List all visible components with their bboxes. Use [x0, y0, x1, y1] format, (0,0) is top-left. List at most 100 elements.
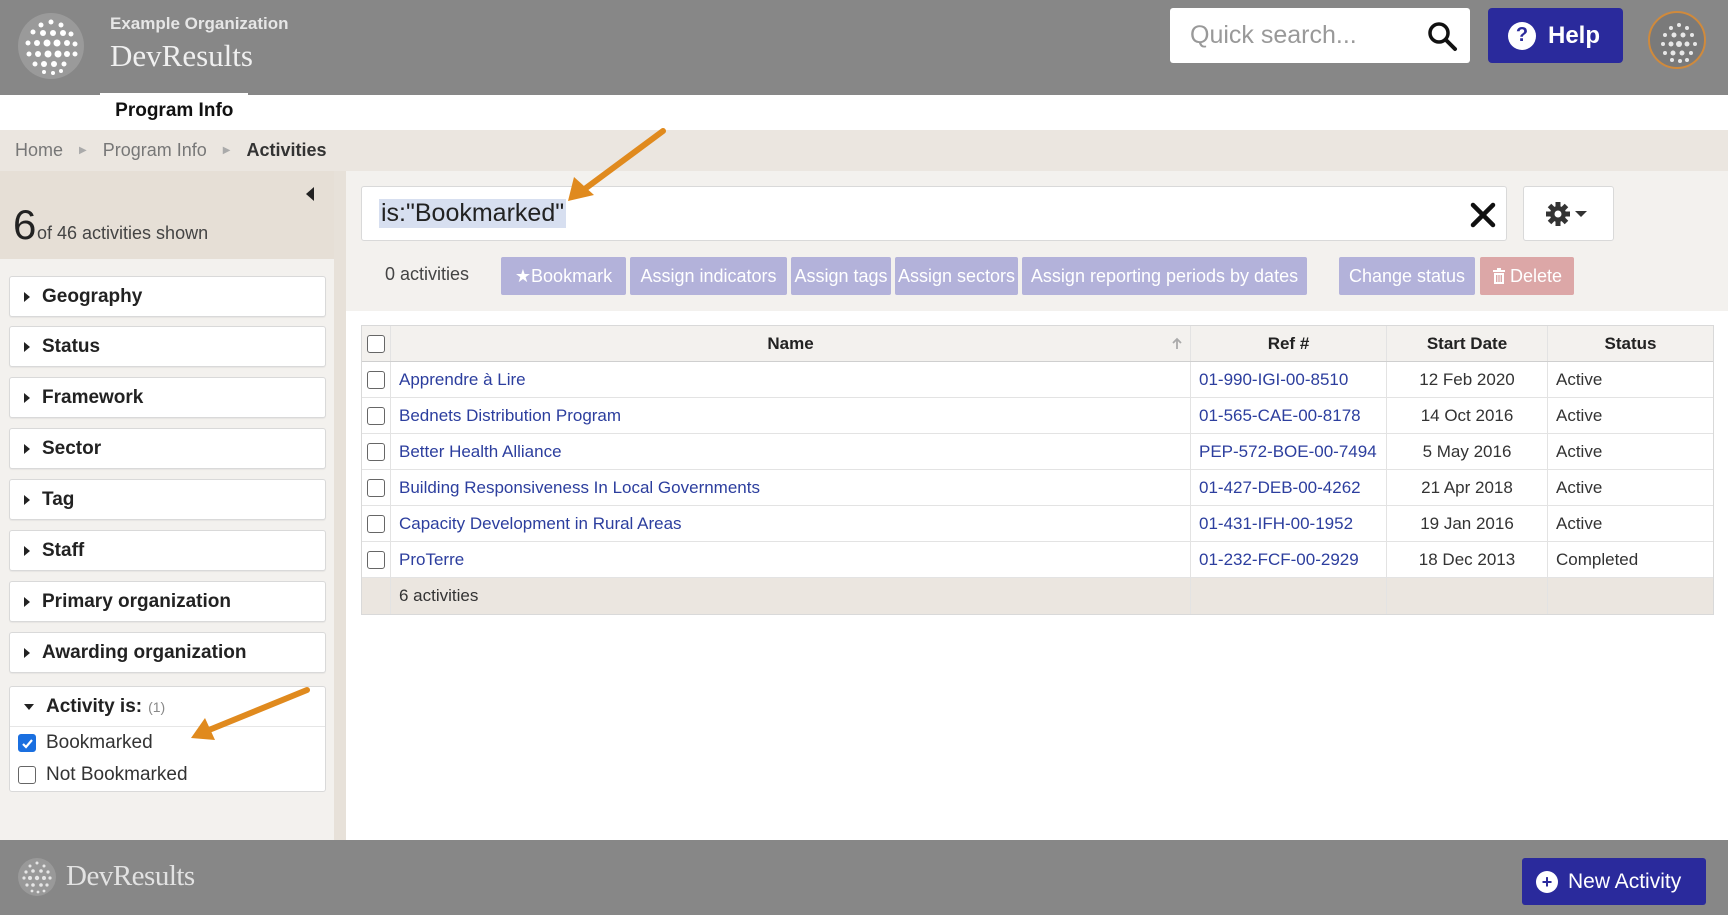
not-bookmarked-checkbox[interactable] — [18, 766, 36, 784]
filter-sidebar: 6 of 46 activities shown Geography Statu… — [0, 171, 334, 840]
nav-tab-tools[interactable]: Tools — [263, 93, 337, 128]
sidebar-resize-handle[interactable] — [334, 171, 346, 840]
activity-start-date: 12 Feb 2020 — [1387, 362, 1548, 397]
organization-name: Example Organization — [110, 14, 289, 33]
activity-name-link[interactable]: Bednets Distribution Program — [391, 398, 1191, 433]
quick-search — [1170, 8, 1470, 63]
settings-menu-button[interactable] — [1523, 186, 1614, 241]
page-footer: DevResults + New Activity — [0, 840, 1728, 915]
row-checkbox[interactable] — [367, 514, 385, 533]
caret-right-icon — [24, 291, 30, 302]
select-all-checkbox[interactable] — [367, 334, 385, 353]
bookmark-button[interactable]: ★Bookmark — [501, 257, 626, 295]
facet-activity-is-header[interactable]: Activity is: (1) — [10, 687, 325, 727]
table-row: Apprendre à Lire 01-990-IGI-00-8510 12 F… — [362, 362, 1713, 398]
table-row: ProTerre 01-232-FCF-00-2929 18 Dec 2013 … — [362, 542, 1713, 578]
table-row: Building Responsiveness In Local Governm… — [362, 470, 1713, 506]
new-activity-label: New Activity — [1568, 869, 1682, 893]
trash-icon — [1492, 268, 1505, 284]
selected-activities-count: 0 activities — [385, 264, 470, 284]
activity-ref-link[interactable]: 01-427-DEB-00-4262 — [1191, 470, 1387, 505]
facet-geography[interactable]: Geography — [9, 276, 326, 317]
activity-ref-link[interactable]: PEP-572-BOE-00-7494 — [1191, 434, 1387, 469]
row-checkbox[interactable] — [367, 478, 385, 497]
delete-button-label: Delete — [1509, 265, 1563, 286]
breadcrumb-program-info[interactable]: Program Info — [103, 140, 207, 161]
row-checkbox[interactable] — [367, 442, 385, 461]
activities-table: Name Ref # Start Date Status Apprendre à… — [361, 325, 1714, 615]
activity-status: Active — [1556, 477, 1603, 497]
facet-option-bookmarked[interactable]: Bookmarked — [10, 727, 325, 759]
facet-staff[interactable]: Staff — [9, 530, 326, 571]
user-avatar[interactable] — [1648, 11, 1706, 69]
column-header-start-date[interactable]: Start Date — [1387, 326, 1548, 361]
row-select-cell — [362, 470, 391, 505]
plus-circle-icon: + — [1536, 870, 1558, 893]
nav-tab-administration[interactable]: Administration — [353, 93, 503, 128]
collapse-sidebar-icon[interactable] — [304, 185, 316, 203]
caret-down-icon — [24, 703, 34, 710]
checkmark-icon — [21, 738, 33, 749]
help-button[interactable]: ? Help — [1488, 8, 1623, 63]
assign-reporting-periods-button[interactable]: Assign reporting periods by dates — [1022, 257, 1307, 295]
activity-name-link[interactable]: ProTerre — [391, 542, 1191, 577]
nav-tab-program-info[interactable]: Program Info — [100, 93, 249, 128]
breadcrumb-separator-icon: ▶ — [222, 145, 231, 156]
shown-count: 6 — [13, 201, 37, 248]
delete-button[interactable]: Delete — [1480, 257, 1574, 295]
column-header-status[interactable]: Status — [1548, 326, 1713, 361]
facet-option-label: Bookmarked — [46, 732, 153, 753]
facet-framework[interactable]: Framework — [9, 377, 326, 418]
activity-ref-link[interactable]: 01-990-IGI-00-8510 — [1191, 362, 1387, 397]
assign-indicators-button[interactable]: Assign indicators — [630, 257, 787, 295]
facet-awarding-organization[interactable]: Awarding organization — [9, 632, 326, 673]
breadcrumb-home[interactable]: Home — [15, 140, 63, 161]
activity-name-link[interactable]: Better Health Alliance — [391, 434, 1191, 469]
facet-label: Staff — [42, 539, 85, 561]
assign-tags-button[interactable]: Assign tags — [791, 257, 891, 295]
activity-ref-link[interactable]: 01-565-CAE-00-8178 — [1191, 398, 1387, 433]
nav-tab-data[interactable]: Data — [15, 93, 85, 128]
bookmarked-checkbox[interactable] — [18, 734, 36, 752]
devresults-globe-logo[interactable] — [17, 12, 85, 80]
filter-query-token[interactable]: is:"Bookmarked" — [379, 199, 567, 228]
results-summary: 6 of 46 activities shown — [0, 171, 334, 259]
activity-start-date: 21 Apr 2018 — [1387, 470, 1548, 505]
shown-count-text: of 46 activities shown — [37, 223, 209, 243]
column-header-ref[interactable]: Ref # — [1191, 326, 1387, 361]
nav-tab-bookmarks[interactable]: Bookmarks — [518, 93, 643, 128]
facet-option-not-bookmarked[interactable]: Not Bookmarked — [10, 759, 325, 791]
footer-app-name: DevResults — [66, 860, 195, 892]
facet-status[interactable]: Status — [9, 326, 326, 367]
filter-query-box[interactable]: is:"Bookmarked" — [361, 186, 1507, 241]
activity-ref-link[interactable]: 01-232-FCF-00-2929 — [1191, 542, 1387, 577]
assign-sectors-button[interactable]: Assign sectors — [895, 257, 1018, 295]
facet-activity-is: Activity is: (1) Bookmarked Not Bookmark… — [9, 686, 326, 792]
row-select-cell — [362, 542, 391, 577]
breadcrumb-current: Activities — [246, 140, 327, 160]
activity-ref-link[interactable]: 01-431-IFH-00-1952 — [1191, 506, 1387, 541]
facet-label: Primary organization — [42, 590, 231, 612]
clear-filter-icon[interactable] — [1470, 202, 1496, 228]
activity-name-link[interactable]: Capacity Development in Rural Areas — [391, 506, 1191, 541]
facet-label: Activity is: — [46, 695, 143, 717]
activity-name-link[interactable]: Apprendre à Lire — [391, 362, 1191, 397]
row-select-cell — [362, 362, 391, 397]
row-checkbox[interactable] — [367, 406, 385, 425]
top-header: Example Organization DevResults ? Help — [0, 0, 1728, 95]
facet-primary-organization[interactable]: Primary organization — [9, 581, 326, 622]
main-content: is:"Bookmarked" 0 activities ★Bookmark A… — [346, 171, 1728, 840]
search-icon[interactable] — [1426, 20, 1458, 52]
activity-start-date: 18 Dec 2013 — [1387, 542, 1548, 577]
quick-search-input[interactable] — [1170, 8, 1420, 63]
facet-tag[interactable]: Tag — [9, 479, 326, 520]
column-header-name[interactable]: Name — [391, 326, 1191, 361]
activity-name-link[interactable]: Building Responsiveness In Local Governm… — [391, 470, 1191, 505]
row-checkbox[interactable] — [367, 370, 385, 389]
row-select-cell — [362, 506, 391, 541]
new-activity-button[interactable]: + New Activity — [1522, 858, 1706, 905]
facet-sector[interactable]: Sector — [9, 428, 326, 469]
row-checkbox[interactable] — [367, 550, 385, 569]
footer-empty-cell — [1387, 578, 1548, 614]
change-status-button[interactable]: Change status — [1339, 257, 1475, 295]
